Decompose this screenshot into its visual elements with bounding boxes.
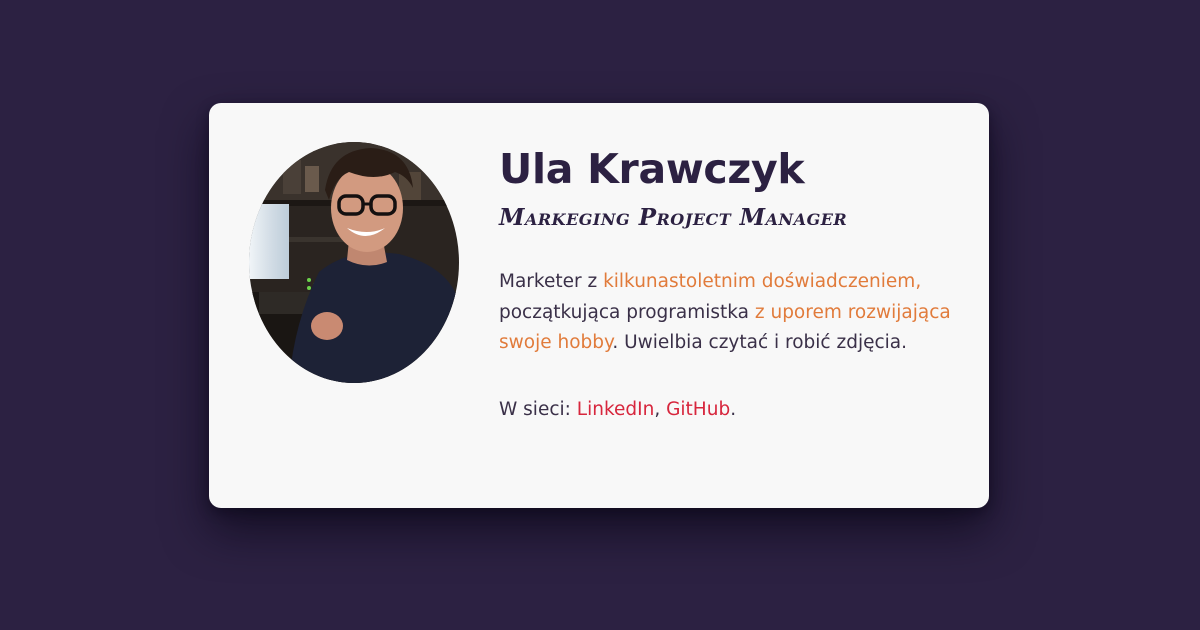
- profile-card: Ula Krawczyk Markeging Project Manager M…: [209, 103, 989, 508]
- linkedin-link[interactable]: LinkedIn: [577, 399, 655, 420]
- social-links: W sieci: LinkedIn, GitHub.: [499, 395, 969, 425]
- github-link[interactable]: GitHub: [666, 399, 730, 420]
- social-suffix: .: [730, 398, 737, 420]
- profile-name: Ula Krawczyk: [499, 145, 805, 193]
- profile-photo: [249, 142, 459, 383]
- profile-role: Markeging Project Manager: [499, 204, 848, 231]
- profile-info: Ula Krawczyk Markeging Project Manager M…: [499, 141, 969, 425]
- bio-text-1: Marketer z: [499, 271, 604, 292]
- social-separator: ,: [654, 398, 667, 420]
- bio-text-2: początkująca programistka: [499, 301, 755, 323]
- profile-photo-image: [249, 142, 459, 383]
- bio-highlight-experience: kilkunastoletnim doświadczeniem,: [603, 271, 922, 292]
- profile-bio: Marketer z kilkunastoletnim doświadczeni…: [499, 267, 969, 359]
- social-prefix: W sieci:: [499, 398, 577, 420]
- bio-text-3: . Uwielbia czytać i robić zdjęcia.: [612, 332, 907, 353]
